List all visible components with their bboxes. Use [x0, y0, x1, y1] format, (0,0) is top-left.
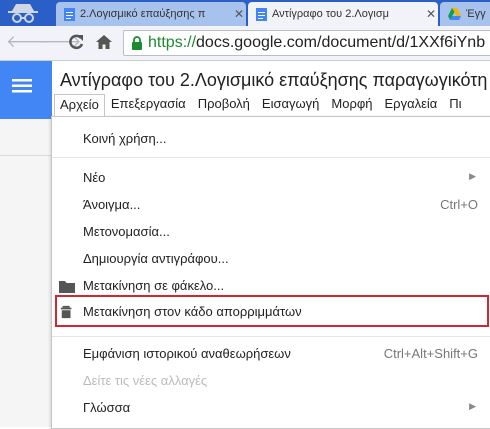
menu-file[interactable]: Αρχείο [54, 94, 105, 116]
menu-item-label: Κοινή χρήση... [83, 131, 167, 146]
browser-tab-strip: 2.Λογισμικό επαύξησης π ✕ Αντίγραφο του … [0, 0, 490, 26]
incognito-icon [8, 4, 38, 23]
submenu-arrow-icon: ▶ [469, 401, 476, 411]
divider [0, 155, 52, 156]
shortcut-text: Ctrl+Alt+Shift+G [383, 346, 478, 361]
menu-insert[interactable]: Εισαγωγή [256, 94, 325, 116]
forward-arrow-icon[interactable]: 🡒 [36, 32, 82, 52]
docs-favicon-icon [256, 7, 267, 21]
menu-separator [52, 157, 490, 158]
back-arrow-icon[interactable]: 🡐 [6, 32, 52, 52]
left-margin [0, 119, 52, 427]
reload-icon[interactable] [66, 32, 86, 52]
menu-more[interactable]: Πι [443, 94, 467, 116]
browser-tab[interactable]: 2.Λογισμικό επαύξησης π ✕ [56, 2, 246, 26]
menu-item-label: Εμφάνιση ιστορικού αναθεωρήσεων [83, 346, 291, 361]
menu-item-label: Μετακίνηση στον κάδο απορριμμάτων [83, 304, 302, 319]
submenu-arrow-icon: ▶ [469, 171, 476, 181]
menu-item-open[interactable]: Άνοιγμα... Ctrl+O [52, 193, 490, 217]
tab-title: 2.Λογισμικό επαύξησης π [80, 8, 206, 20]
tab-title: Αντίγραφο του 2.Λογισμ [272, 8, 389, 20]
home-icon[interactable] [94, 32, 114, 52]
menu-item-revision-history[interactable]: Εμφάνιση ιστορικού αναθεωρήσεων Ctrl+Alt… [52, 342, 490, 366]
menu-format[interactable]: Μορφή [325, 94, 378, 116]
menu-item-see-changes: Δείτε τις νέες αλλαγές [52, 369, 490, 393]
docs-menu-icon [12, 79, 32, 93]
url-path: docs.google.com/document/d/1XXf6iYnb [196, 34, 486, 51]
lock-icon [132, 36, 142, 50]
menu-edit[interactable]: Επεξεργασία [105, 94, 192, 116]
menu-tools[interactable]: Εργαλεία [379, 94, 444, 116]
menu-item-label: Νέο [83, 170, 106, 185]
address-bar[interactable]: https://docs.google.com/document/d/1XXf6… [123, 30, 490, 56]
menu-item-new[interactable]: Νέο ▶ [52, 166, 490, 190]
close-tab-icon[interactable]: ✕ [424, 7, 438, 21]
drive-favicon-icon [448, 8, 461, 20]
file-menu-dropdown: Κοινή χρήση... Νέο ▶ Άνοιγμα... Ctrl+O Μ… [51, 116, 490, 429]
tab-title: Έγγ [466, 8, 486, 20]
url-text: https://docs.google.com/document/d/1XXf6… [148, 34, 485, 52]
menu-bar: Αρχείο Επεξεργασία Προβολή Εισαγωγή Μορφ… [54, 94, 468, 116]
trash-icon [60, 305, 72, 319]
menu-item-label: Δείτε τις νέες αλλαγές [83, 373, 208, 388]
browser-tab[interactable]: Έγγ [440, 2, 490, 26]
menu-separator [52, 336, 490, 337]
menu-item-language[interactable]: Γλώσσα ▶ [52, 396, 490, 420]
menu-item-share[interactable]: Κοινή χρήση... [52, 127, 490, 151]
folder-icon [59, 281, 75, 293]
menu-item-label: Γλώσσα [83, 400, 131, 415]
docs-home-button[interactable] [0, 61, 52, 119]
menu-view[interactable]: Προβολή [192, 94, 256, 116]
menu-item-make-copy[interactable]: Δημιουργία αντιγράφου... [52, 247, 490, 271]
document-title[interactable]: Αντίγραφο του 2.Λογισμικό επαύξησης παρα… [60, 70, 487, 91]
docs-favicon-icon [64, 7, 75, 21]
menu-item-label: Άνοιγμα... [83, 197, 141, 212]
url-scheme: https:// [148, 34, 197, 51]
shortcut-text: Ctrl+O [440, 197, 478, 212]
menu-item-label: Μετονομασία... [83, 224, 170, 239]
browser-tab-active[interactable]: Αντίγραφο του 2.Λογισμ ✕ [248, 2, 438, 26]
menu-item-label: Μετακίνηση σε φάκελο... [83, 278, 225, 293]
menu-item-label: Δημιουργία αντιγράφου... [83, 251, 229, 266]
menu-item-move-to-trash[interactable]: Μετακίνηση στον κάδο απορριμμάτων [52, 300, 490, 324]
menu-item-rename[interactable]: Μετονομασία... [52, 220, 490, 244]
close-tab-icon[interactable]: ✕ [232, 7, 246, 21]
browser-toolbar: 🡐 🡒 https://docs.google.com/document/d/1… [0, 26, 490, 61]
